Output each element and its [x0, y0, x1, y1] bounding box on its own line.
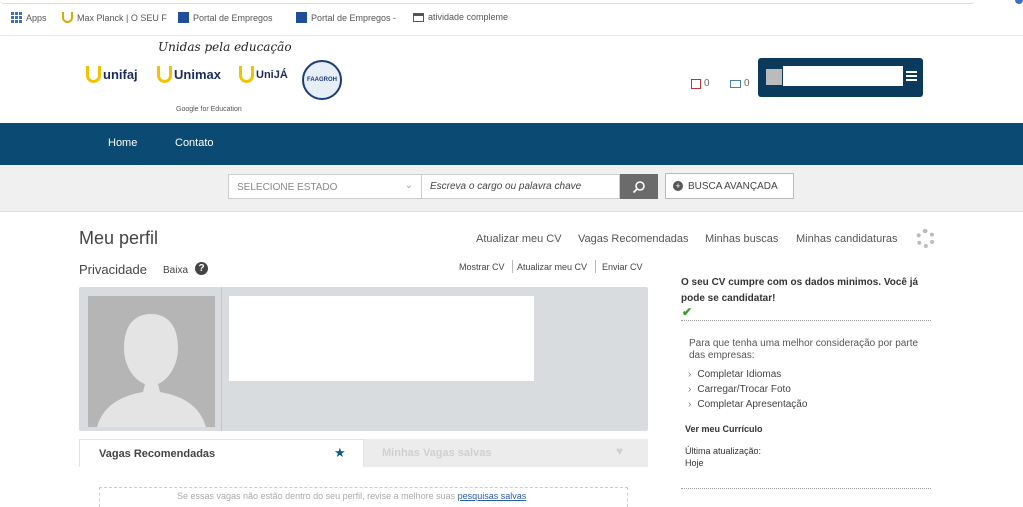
nav-contato[interactable]: Contato [175, 137, 214, 149]
send-cv-link[interactable]: Enviar CV [602, 262, 643, 272]
link-my-searches[interactable]: Minhas buscas [705, 233, 778, 245]
bookmark-label: Portal de Empregos - [311, 12, 397, 23]
chevron-down-icon: ⌄ [404, 180, 413, 191]
sidebar-item-photo[interactable]: Carregar/Trocar Foto [688, 384, 791, 395]
help-icon[interactable]: ? [195, 262, 208, 275]
counter-value: 0 [744, 78, 750, 89]
faagroh-seal[interactable]: FAAGROH [302, 60, 342, 100]
jobs-tabs: Vagas Recomendadas ★ Minhas Vagas salvas… [79, 439, 648, 467]
link-recommended-jobs[interactable]: Vagas Recomendadas [578, 233, 688, 245]
u-logo-icon [239, 66, 254, 83]
search-button[interactable] [620, 174, 658, 199]
cv-status-title: O seu CV cumpre com os dados minimos. Vo… [681, 277, 919, 304]
bookmark-apps[interactable]: Apps [11, 12, 47, 23]
profile-photo-placeholder[interactable] [88, 296, 215, 427]
link-my-applications[interactable]: Minhas candidaturas [796, 233, 898, 245]
advanced-search-button[interactable]: + BUSCA AVANÇADA [665, 173, 794, 199]
state-select-label: SELECIONE ESTADO [237, 182, 338, 193]
logo-text: unifaj [103, 67, 138, 82]
maxplanck-icon [62, 12, 73, 23]
person-silhouette-icon [88, 296, 215, 427]
privacy-label: Privacidade [79, 262, 147, 277]
sidebar-item-presentation[interactable]: Completar Apresentação [688, 399, 807, 410]
logo-unimax[interactable]: Unimax [157, 66, 221, 83]
bookmark-maxplanck[interactable]: Max Planck | O SEU F [62, 12, 167, 23]
sidebar-intro: Para que tenha uma melhor consideração p… [689, 338, 919, 361]
link-update-cv[interactable]: Atualizar meu CV [476, 233, 562, 245]
last-update-label: Última atualização: [685, 446, 762, 456]
keyword-search-input[interactable] [422, 174, 620, 199]
divider [681, 488, 931, 489]
bookmark-label: Max Planck | O SEU F [77, 12, 167, 23]
heart-icon: ♥ [616, 444, 624, 458]
bookmark-label: Apps [26, 12, 47, 23]
page-title: Meu perfil [79, 228, 159, 248]
sidebar-item-languages[interactable]: Completar Idiomas [688, 369, 781, 380]
calendar-icon [691, 78, 701, 89]
seal-text: FAAGROH [307, 77, 337, 83]
divider [595, 260, 596, 273]
header-tagline: Unidas pela educação [158, 40, 292, 54]
view-cv-link[interactable]: Ver meu Currículo [685, 424, 763, 434]
profile-card [79, 287, 648, 431]
portal-icon [178, 12, 189, 23]
star-icon: ★ [334, 445, 346, 460]
avatar [766, 69, 782, 85]
notifications-counter[interactable]: 0 [730, 78, 750, 89]
u-logo-icon [157, 66, 172, 83]
counter-value: 0 [704, 78, 710, 89]
apps-grid-icon [11, 12, 22, 23]
google-for-education: Google for Education [176, 106, 242, 113]
checkmark-icon: ✔ [682, 305, 693, 319]
page-icon [413, 12, 424, 22]
advanced-search-label: BUSCA AVANÇADA [688, 180, 778, 192]
last-update-value: Hoje [685, 458, 704, 468]
message-text: Se essas vagas não estão dentro do seu p… [177, 491, 458, 501]
divider [681, 320, 931, 321]
address-bar-edge [0, 0, 975, 4]
state-select[interactable]: SELECIONE ESTADO ⌄ [228, 174, 422, 199]
gear-icon[interactable] [916, 229, 935, 248]
plus-icon: + [673, 181, 683, 191]
tab-label: Minhas Vagas salvas [382, 447, 492, 459]
show-cv-link[interactable]: Mostrar CV [459, 262, 505, 272]
search-bar: SELECIONE ESTADO ⌄ + BUSCA AVANÇADA [0, 165, 1023, 212]
privacy-value: Baixa [163, 265, 189, 276]
site-header: Unidas pela educação unifaj Unimax UniJÁ… [0, 36, 1023, 123]
bookmark-portal-1[interactable]: Portal de Empregos [178, 12, 273, 23]
bookmark-portal-2[interactable]: Portal de Empregos - [296, 12, 396, 23]
messages-counter[interactable]: 0 [691, 78, 710, 89]
bookmark-label: atividade compleme [428, 12, 509, 22]
portal-icon [296, 12, 307, 23]
user-menu-box[interactable] [758, 58, 923, 97]
tab-saved-jobs[interactable]: Minhas Vagas salvas ♥ [364, 439, 648, 467]
u-logo-icon [86, 66, 101, 83]
search-icon [632, 180, 645, 193]
bookmarks-bar: Apps Max Planck | O SEU F Portal de Empr… [0, 0, 1023, 36]
envelope-icon [730, 79, 741, 88]
profile-icon[interactable] [1015, 0, 1023, 4]
logo-text: UniJÁ [256, 68, 288, 81]
bookmark-label: Portal de Empregos [193, 12, 273, 23]
divider [512, 260, 513, 273]
divider [221, 287, 222, 431]
bookmark-atividade[interactable]: atividade compleme [413, 12, 508, 22]
saved-searches-link[interactable]: pesquisas salvas [458, 491, 527, 501]
logo-text: Unimax [174, 67, 221, 82]
profile-info-redacted [229, 296, 534, 381]
main-navbar: Home Contato [0, 123, 1023, 165]
hamburger-menu-icon[interactable] [906, 71, 917, 81]
nav-home[interactable]: Home [108, 137, 137, 149]
tab-content-message: Se essas vagas não estão dentro do seu p… [177, 491, 526, 501]
tab-label: Vagas Recomendadas [99, 448, 216, 460]
tab-recommended-jobs[interactable]: Vagas Recomendadas ★ [79, 439, 364, 467]
update-cv-link[interactable]: Atualizar meu CV [517, 262, 587, 272]
logo-unija[interactable]: UniJÁ [239, 66, 288, 83]
user-name-redacted [783, 66, 903, 86]
logo-unifaj[interactable]: unifaj [86, 66, 138, 83]
